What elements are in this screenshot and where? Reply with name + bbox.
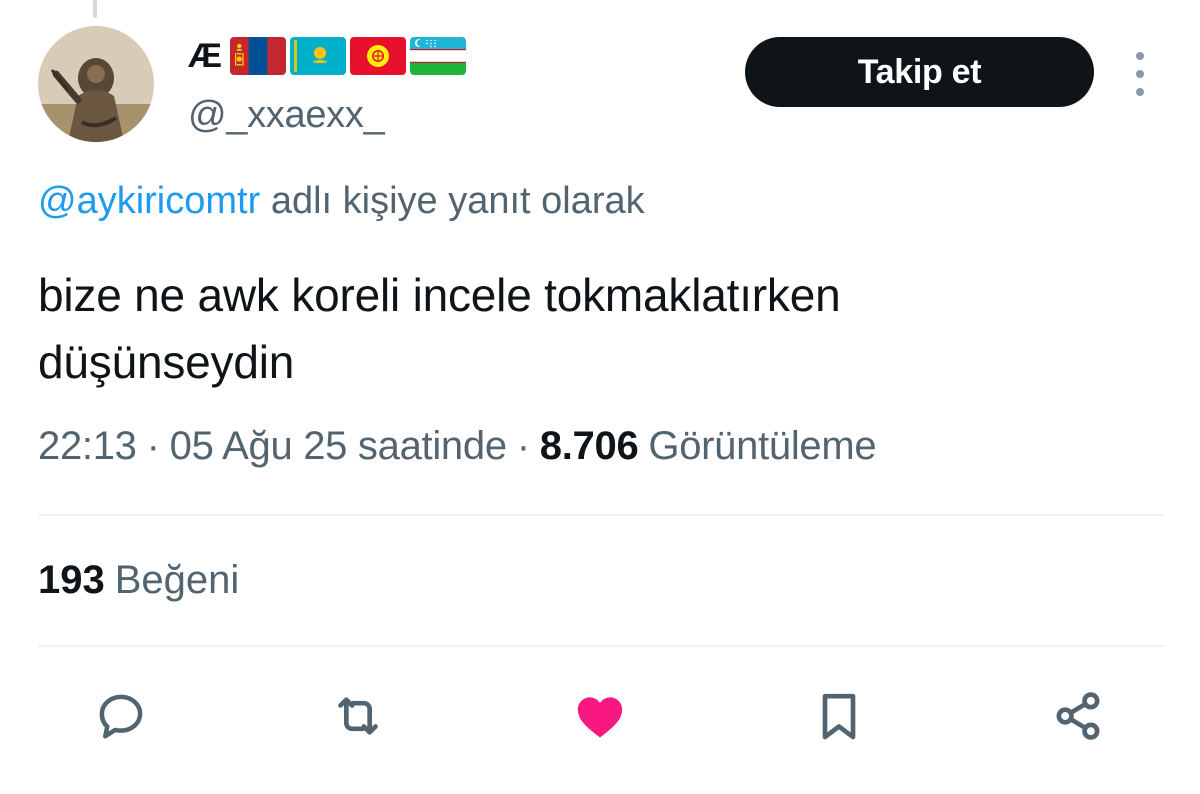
more-dot	[1136, 52, 1144, 60]
display-name[interactable]: Æ	[188, 37, 222, 76]
kazakhstan-flag-icon	[289, 37, 346, 75]
tweet-text: bize ne awk koreli incele tokmaklatırken…	[38, 262, 1158, 396]
reply-icon	[99, 694, 143, 739]
share-button[interactable]	[1050, 688, 1106, 744]
retweet-button[interactable]	[330, 688, 386, 744]
reply-context-text: adlı kişiye yanıt olarak	[270, 180, 645, 222]
author-name-row[interactable]: Æ	[188, 36, 466, 76]
divider	[38, 514, 1164, 516]
more-dot	[1136, 70, 1144, 78]
mongolia-flag-icon	[229, 37, 286, 75]
meta-separator: ·	[516, 424, 530, 468]
reply-mention-link[interactable]: @aykiricomtr	[38, 180, 260, 222]
likes-stat[interactable]: 193 Beğeni	[38, 558, 239, 603]
uzbekistan-flag-icon	[409, 37, 466, 75]
tweet-text-line: bize ne awk koreli incele tokmaklatırken	[38, 269, 841, 321]
heart-icon	[577, 697, 623, 738]
avatar[interactable]	[38, 26, 154, 142]
tweet-date[interactable]: 05 Ağu 25 saatinde	[170, 424, 507, 469]
views-count[interactable]: 8.706	[540, 424, 639, 469]
meta-separator: ·	[146, 424, 160, 468]
thread-connector-line	[93, 0, 97, 18]
bookmark-icon	[822, 693, 856, 740]
share-icon	[1056, 692, 1100, 740]
reply-context: @aykiricomtr adlı kişiye yanıt olarak	[38, 180, 645, 223]
author-handle[interactable]: @_xxaexx_	[188, 94, 385, 137]
reply-button[interactable]	[93, 688, 149, 744]
more-dot	[1136, 88, 1144, 96]
tweet-text-line: düşünseydin	[38, 336, 295, 388]
follow-button[interactable]: Takip et	[745, 37, 1094, 107]
like-button[interactable]	[572, 688, 628, 744]
divider	[38, 645, 1164, 647]
likes-label: Beğeni	[114, 558, 240, 602]
tweet-meta: 22:13 · 05 Ağu 25 saatinde · 8.706 Görün…	[38, 424, 877, 469]
views-label[interactable]: Görüntüleme	[648, 424, 876, 469]
more-vertical-icon[interactable]	[1126, 52, 1154, 96]
tweet-time[interactable]: 22:13	[38, 424, 137, 469]
kyrgyzstan-flag-icon	[349, 37, 406, 75]
retweet-icon	[338, 697, 378, 735]
likes-count: 193	[38, 558, 105, 602]
bookmark-button[interactable]	[811, 688, 867, 744]
